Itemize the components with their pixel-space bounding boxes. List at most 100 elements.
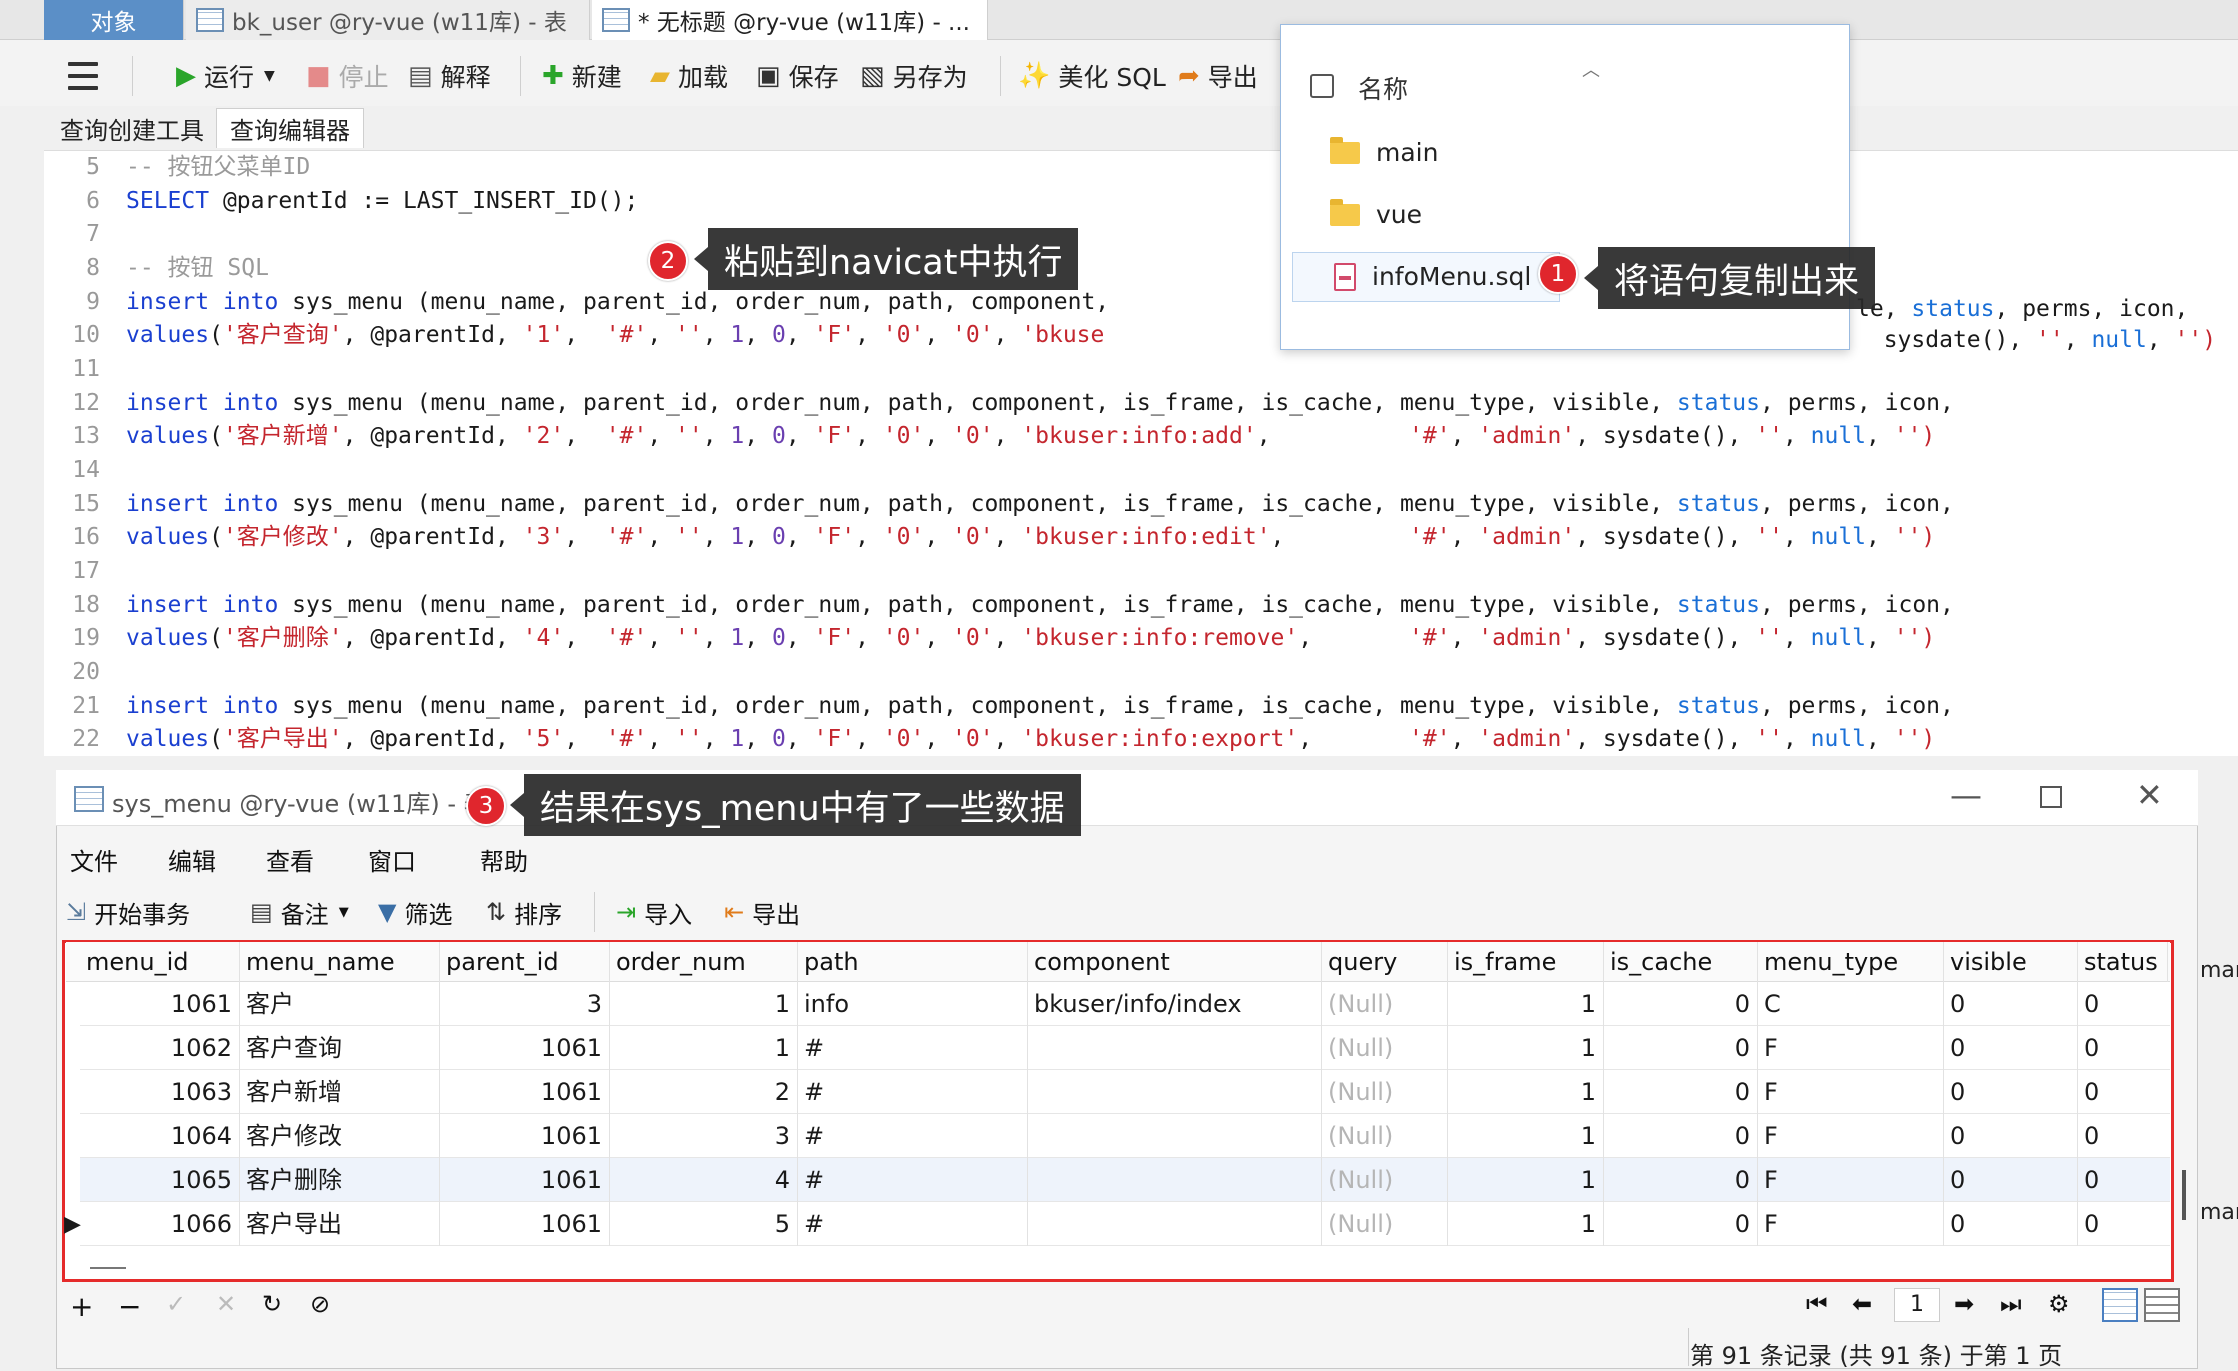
table-cell-status[interactable]: 0 (2078, 1026, 2168, 1070)
table-cell-visible[interactable]: 0 (1944, 1202, 2078, 1246)
grid-view-icon[interactable] (2102, 1288, 2138, 1322)
run-button[interactable]: ▶ 运行 ▼ (176, 58, 275, 94)
table-cell-is-cache[interactable]: 0 (1604, 1026, 1758, 1070)
refresh-icon[interactable]: ↻ (262, 1290, 282, 1318)
table-cell-status[interactable]: 0 (2078, 1070, 2168, 1114)
table-cell-parent-id[interactable]: 3 (440, 982, 610, 1026)
scrollbar-thumb[interactable] (2182, 1170, 2186, 1220)
table-cell-menu-type[interactable]: F (1758, 1026, 1944, 1070)
table-cell-menu-id[interactable]: 1064 (80, 1114, 240, 1158)
file-item-main[interactable]: main (1330, 136, 1438, 167)
table-cell-menu-name[interactable]: 客户删除 (240, 1158, 440, 1202)
export-button[interactable]: ➦ 导出 (1178, 58, 1258, 94)
file-item-vue[interactable]: vue (1330, 198, 1422, 229)
column-header-menu-type[interactable]: menu_type (1758, 942, 1944, 982)
table-cell-query[interactable]: (Null) (1322, 982, 1448, 1026)
table-cell-component[interactable] (1028, 1158, 1322, 1202)
add-row-icon[interactable]: + (70, 1290, 93, 1323)
table-cell-path[interactable]: # (798, 1070, 1028, 1114)
last-page-icon[interactable]: ⏭ (2000, 1290, 2022, 1318)
table-cell-query[interactable]: (Null) (1322, 1070, 1448, 1114)
menu-view[interactable]: 查看 (266, 842, 314, 877)
menu-window[interactable]: 窗口 (368, 842, 416, 877)
table-cell-query[interactable]: (Null) (1322, 1158, 1448, 1202)
table-cell-query[interactable]: (Null) (1322, 1026, 1448, 1070)
tab-query-editor[interactable]: 查询编辑器 (216, 108, 364, 148)
table-cell-status[interactable]: 0 (2078, 1202, 2168, 1246)
table-cell-is-frame[interactable]: 1 (1448, 1114, 1604, 1158)
menu-help[interactable]: 帮助 (480, 842, 528, 877)
column-header-component[interactable]: component (1028, 942, 1322, 982)
previous-page-icon[interactable]: ⬅ (1852, 1290, 1872, 1318)
column-header-menu-id[interactable]: menu_id (80, 942, 240, 982)
table-cell-is-frame[interactable]: 1 (1448, 982, 1604, 1026)
table-cell-path[interactable]: # (798, 1114, 1028, 1158)
column-header-status[interactable]: status (2078, 942, 2168, 982)
table-cell-status[interactable]: 0 (2078, 982, 2168, 1026)
table-cell-menu-name[interactable]: 客户查询 (240, 1026, 440, 1070)
table-cell-is-frame[interactable]: 1 (1448, 1202, 1604, 1246)
table-cell-parent-id[interactable]: 1061 (440, 1026, 610, 1070)
table-cell-order-num[interactable]: 1 (610, 982, 798, 1026)
next-page-icon[interactable]: ➡ (1954, 1290, 1974, 1318)
table-cell-order-num[interactable]: 4 (610, 1158, 798, 1202)
table-cell-component[interactable] (1028, 1114, 1322, 1158)
table-cell-order-num[interactable]: 1 (610, 1026, 798, 1070)
table-cell-is-frame[interactable]: 1 (1448, 1070, 1604, 1114)
table-cell-query[interactable]: (Null) (1322, 1114, 1448, 1158)
table-cell-menu-type[interactable]: C (1758, 982, 1944, 1026)
table-cell-component[interactable] (1028, 1202, 1322, 1246)
menu-file[interactable]: 文件 (70, 842, 118, 877)
table-cell-menu-type[interactable]: F (1758, 1114, 1944, 1158)
table-cell-visible[interactable]: 0 (1944, 1158, 2078, 1202)
table-cell-path[interactable]: # (798, 1026, 1028, 1070)
table-cell-order-num[interactable]: 3 (610, 1114, 798, 1158)
apply-icon[interactable]: ✓ (166, 1290, 186, 1318)
column-header-parent-id[interactable]: parent_id (440, 942, 610, 982)
explain-button[interactable]: ▤ 解释 (408, 58, 491, 94)
memo-button[interactable]: ▤ 备注 ▼ (250, 893, 349, 931)
table-cell-is-frame[interactable]: 1 (1448, 1026, 1604, 1070)
table-cell-is-cache[interactable]: 0 (1604, 1202, 1758, 1246)
stop-query-icon[interactable]: ⊘ (310, 1290, 330, 1318)
table-cell-menu-type[interactable]: F (1758, 1202, 1944, 1246)
column-header-path[interactable]: path (798, 942, 1028, 982)
table-cell-menu-name[interactable]: 客户 (240, 982, 440, 1026)
table-cell-status[interactable]: 0 (2078, 1158, 2168, 1202)
table-cell-path[interactable]: # (798, 1202, 1028, 1246)
filter-button[interactable]: ▼ 筛选 (378, 893, 452, 931)
table-cell-visible[interactable]: 0 (1944, 982, 2078, 1026)
table-cell-query[interactable]: (Null) (1322, 1202, 1448, 1246)
table-cell-parent-id[interactable]: 1061 (440, 1202, 610, 1246)
table-cell-path[interactable]: # (798, 1158, 1028, 1202)
table-cell-menu-name[interactable]: 客户导出 (240, 1202, 440, 1246)
table-cell-component[interactable] (1028, 1026, 1322, 1070)
table-cell-is-cache[interactable]: 0 (1604, 1114, 1758, 1158)
column-header-is-frame[interactable]: is_frame (1448, 942, 1604, 982)
table-cell-status[interactable]: 0 (2078, 1114, 2168, 1158)
table-cell-menu-id[interactable]: 1062 (80, 1026, 240, 1070)
tab-untitled-query[interactable]: * 无标题 @ry-vue (w11库) - ... (592, 0, 988, 40)
close-icon[interactable]: ✕ (2136, 776, 2163, 814)
column-header-name[interactable]: 名称 (1358, 70, 1408, 106)
table-cell-menu-id[interactable]: 1066 (80, 1202, 240, 1246)
table-cell-visible[interactable]: 0 (1944, 1114, 2078, 1158)
column-header-visible[interactable]: visible (1944, 942, 2078, 982)
tab-query-builder[interactable]: 查询创建工具 (50, 108, 214, 148)
discard-icon[interactable]: ✕ (216, 1290, 236, 1318)
table-cell-menu-name[interactable]: 客户修改 (240, 1114, 440, 1158)
beautify-sql-button[interactable]: ✨ 美化 SQL (1018, 58, 1166, 94)
table-cell-is-cache[interactable]: 0 (1604, 982, 1758, 1026)
maximize-icon[interactable] (2040, 786, 2062, 808)
table-cell-component[interactable] (1028, 1070, 1322, 1114)
import-button[interactable]: ⇥ 导入 (616, 893, 692, 931)
table-cell-is-cache[interactable]: 0 (1604, 1070, 1758, 1114)
stop-button[interactable]: ■ 停止 (306, 58, 389, 94)
column-header-is-cache[interactable]: is_cache (1604, 942, 1758, 982)
save-button[interactable]: ▣ 保存 (756, 58, 839, 94)
menu-icon[interactable] (68, 62, 98, 90)
table-cell-is-cache[interactable]: 0 (1604, 1158, 1758, 1202)
file-item-infomenu-sql[interactable]: infoMenu.sql (1334, 262, 1531, 291)
table-cell-menu-name[interactable]: 客户新增 (240, 1070, 440, 1114)
export-data-button[interactable]: ⇤ 导出 (724, 893, 800, 931)
